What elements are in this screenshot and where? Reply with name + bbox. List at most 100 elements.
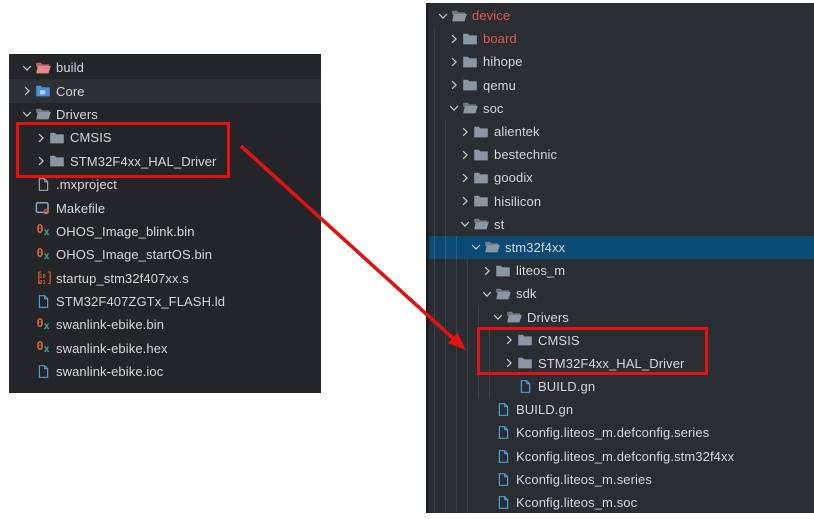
tree-item-st[interactable]: st <box>429 213 814 236</box>
chevron-right-icon[interactable] <box>18 83 35 99</box>
tree-item-label: alientek <box>494 124 540 139</box>
tree-item-cmsis[interactable]: CMSIS <box>9 126 321 149</box>
tree-item-stm32f4xx[interactable]: stm32f4xx <box>429 236 814 259</box>
tree-item-cmsis[interactable]: CMSIS <box>429 329 814 352</box>
indent-guide <box>434 329 445 352</box>
tree-item-goodix[interactable]: goodix <box>429 166 814 189</box>
indent-guide <box>434 421 445 444</box>
tree-item-core[interactable]: Core <box>9 79 321 102</box>
folder-open-icon <box>35 106 51 122</box>
tree-item-swanlink-ebike-bin[interactable]: 0x swanlink-ebike.bin <box>9 313 321 336</box>
tree-item-stm32f4xx-hal-driver[interactable]: STM32F4xx_HAL_Driver <box>9 150 321 173</box>
screenshot-canvas: build Core Drivers CMSIS STM32F4xx_HAL_D… <box>0 0 814 519</box>
tree-item-alientek[interactable]: alientek <box>429 120 814 143</box>
tree-item-hisilicon[interactable]: hisilicon <box>429 190 814 213</box>
tree-item-build-gn[interactable]: BUILD.gn <box>429 375 814 398</box>
tree-item-soc[interactable]: soc <box>429 97 814 120</box>
twisty-spacer <box>478 495 495 511</box>
twisty-spacer <box>18 223 35 239</box>
tree-item-label: BUILD.gn <box>516 402 573 417</box>
tree-item-label: device <box>472 8 510 23</box>
tree-item-kconfig-liteos-m-series[interactable]: Kconfig.liteos_m.series <box>429 468 814 491</box>
chevron-right-icon[interactable] <box>456 124 473 140</box>
indent-guide <box>445 190 456 213</box>
tree-item-kconfig-liteos-m-defconfig-series[interactable]: Kconfig.liteos_m.defconfig.series <box>429 421 814 444</box>
chevron-right-icon[interactable] <box>456 147 473 163</box>
indent-guide <box>445 468 456 491</box>
tree-item-ohos-image-startos-bin[interactable]: 0x OHOS_Image_startOS.bin <box>9 243 321 266</box>
tree-item-label: CMSIS <box>70 130 112 145</box>
chevron-right-icon[interactable] <box>32 153 49 169</box>
tree-item-swanlink-ebike-ioc[interactable]: swanlink-ebike.ioc <box>9 360 321 383</box>
chevron-right-icon[interactable] <box>456 170 473 186</box>
indent-guide <box>445 166 456 189</box>
svg-text:01: 01 <box>39 280 46 286</box>
tree-item-mxproject[interactable]: .mxproject <box>9 173 321 196</box>
folder-open-icon <box>462 100 478 116</box>
indent-guide <box>445 143 456 166</box>
folder-icon <box>473 147 489 163</box>
chevron-right-icon[interactable] <box>478 263 495 279</box>
tree-item-device[interactable]: device <box>429 4 814 27</box>
indent-guide <box>456 468 467 491</box>
indent-guide <box>456 236 467 259</box>
indent-guide <box>467 282 478 305</box>
file-icon <box>35 364 51 380</box>
indent-guide <box>467 491 478 513</box>
tree-item-label: swanlink-ebike.ioc <box>56 364 163 379</box>
tree-item-startup-stm32f407xx-s[interactable]: []1001 startup_stm32f407xx.s <box>9 267 321 290</box>
hex-icon: 0x <box>35 223 51 239</box>
tree-item-qemu[interactable]: qemu <box>429 74 814 97</box>
tree-item-label: hihope <box>483 54 523 69</box>
indent-guide <box>456 259 467 282</box>
chevron-right-icon[interactable] <box>500 355 517 371</box>
indent-guide <box>434 74 445 97</box>
tree-item-drivers[interactable]: Drivers <box>429 305 814 328</box>
tree-item-kconfig-liteos-m-soc[interactable]: Kconfig.liteos_m.soc <box>429 491 814 513</box>
tree-item-makefile[interactable]: Makefile <box>9 196 321 219</box>
chevron-down-icon[interactable] <box>18 106 35 122</box>
indent-guide <box>434 305 445 328</box>
tree-item-build-gn[interactable]: BUILD.gn <box>429 398 814 421</box>
tree-item-stm32f407zgtx-flash-ld[interactable]: STM32F407ZGTx_FLASH.ld <box>9 290 321 313</box>
file-icon <box>495 448 511 464</box>
indent-guide <box>434 352 445 375</box>
tree-item-sdk[interactable]: sdk <box>429 282 814 305</box>
tree-item-label: sdk <box>516 286 537 301</box>
tree-item-label: STM32F4xx_HAL_Driver <box>70 154 217 169</box>
folder-icon <box>495 263 511 279</box>
tree-item-stm32f4xx-hal-driver[interactable]: STM32F4xx_HAL_Driver <box>429 352 814 375</box>
tree-item-label: Kconfig.liteos_m.defconfig.series <box>516 425 709 440</box>
chevron-right-icon[interactable] <box>32 130 49 146</box>
chevron-down-icon[interactable] <box>456 216 473 232</box>
chevron-down-icon[interactable] <box>467 239 484 255</box>
tree-item-build[interactable]: build <box>9 56 321 79</box>
indent-guide <box>445 213 456 236</box>
indent-guide <box>445 375 456 398</box>
tree-item-drivers[interactable]: Drivers <box>9 103 321 126</box>
twisty-spacer <box>18 270 35 286</box>
tree-item-board[interactable]: board <box>429 27 814 50</box>
chevron-down-icon[interactable] <box>478 286 495 302</box>
tree-item-kconfig-liteos-m-defconfig-stm32f4xx[interactable]: Kconfig.liteos_m.defconfig.stm32f4xx <box>429 445 814 468</box>
indent-guide <box>434 236 445 259</box>
indent-guide <box>489 375 500 398</box>
tree-item-hihope[interactable]: hihope <box>429 50 814 73</box>
chevron-right-icon[interactable] <box>500 332 517 348</box>
tree-item-swanlink-ebike-hex[interactable]: 0x swanlink-ebike.hex <box>9 337 321 360</box>
chevron-right-icon[interactable] <box>445 31 462 47</box>
indent-guide <box>18 150 32 173</box>
chevron-right-icon[interactable] <box>445 77 462 93</box>
chevron-down-icon[interactable] <box>18 60 35 76</box>
chevron-right-icon[interactable] <box>445 54 462 70</box>
tree-item-bestechnic[interactable]: bestechnic <box>429 143 814 166</box>
chevron-down-icon[interactable] <box>434 8 451 24</box>
chevron-down-icon[interactable] <box>489 309 506 325</box>
chevron-down-icon[interactable] <box>445 100 462 116</box>
tree-item-ohos-image-blink-bin[interactable]: 0x OHOS_Image_blink.bin <box>9 220 321 243</box>
file-icon <box>517 379 533 395</box>
chevron-right-icon[interactable] <box>456 193 473 209</box>
indent-guide <box>434 259 445 282</box>
indent-guide <box>478 352 489 375</box>
tree-item-liteos-m[interactable]: liteos_m <box>429 259 814 282</box>
